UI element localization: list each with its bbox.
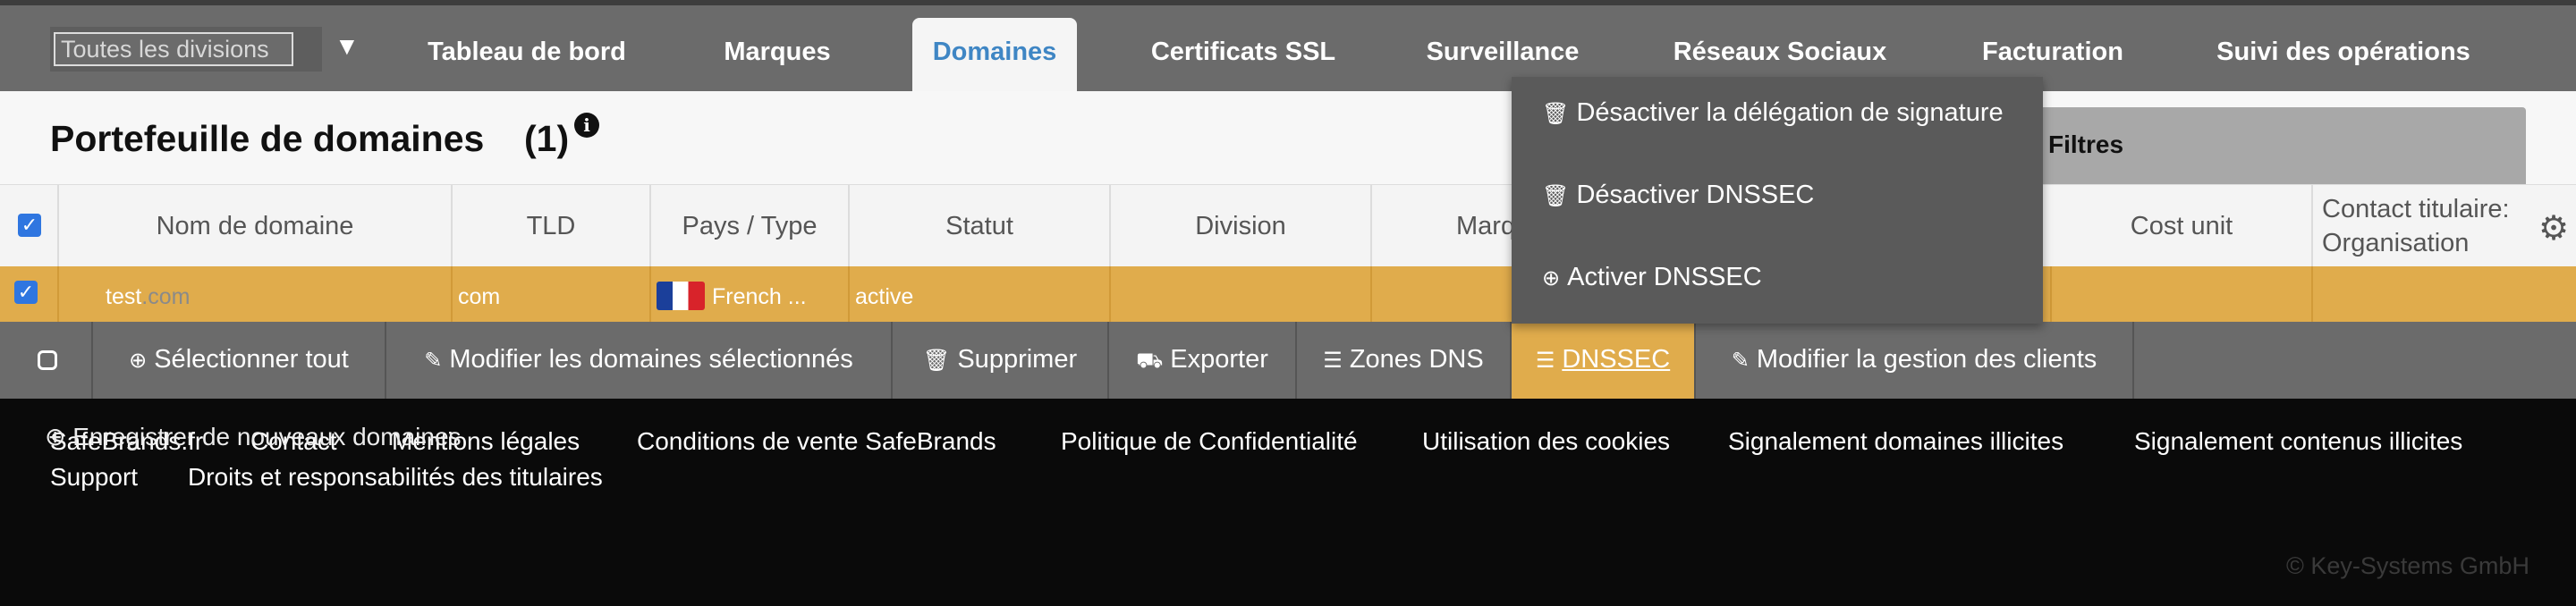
edit-selected-button[interactable]: ✎ Modifier les domaines sélectionnés <box>386 322 893 399</box>
truck-icon: ⛟ <box>1136 349 1164 373</box>
column-header-country[interactable]: Pays / Type <box>651 185 850 267</box>
footer-link-contenus-illicites[interactable]: Signalement contenus illicites <box>2134 427 2462 456</box>
info-icon[interactable]: i <box>574 113 599 138</box>
footer-link-droits-titulaires[interactable]: Droits et responsabilités des titulaires <box>188 463 603 492</box>
cell-cost-unit <box>2052 266 2313 322</box>
trash-icon: 🗑 <box>922 349 951 373</box>
column-header-domain[interactable]: Nom de domaine <box>59 185 453 267</box>
trash-icon: 🗑 <box>1542 184 1570 208</box>
trash-icon: 🗑 <box>1542 102 1570 126</box>
plus-circle-icon: ⊕ <box>1542 266 1561 290</box>
list-icon: ☰ <box>1323 349 1343 373</box>
country-label: French ... <box>712 284 807 309</box>
footer-link-conditions-vente[interactable]: Conditions de vente SafeBrands <box>637 427 996 456</box>
select-all-cell: ✓ <box>0 185 59 267</box>
row-select-cell: ✓ <box>0 266 59 322</box>
column-header-contact-org[interactable]: Contact titulaire: Organisation <box>2313 185 2576 267</box>
cell-tld: com <box>453 266 651 322</box>
export-button[interactable]: ⛟ Exporter <box>1109 322 1297 399</box>
column-header-status[interactable]: Statut <box>850 185 1111 267</box>
tab-domaines[interactable]: Domaines <box>912 18 1077 97</box>
menu-item-disable-signing-delegation[interactable]: 🗑 Désactiver la délégation de signature <box>1542 98 2004 128</box>
domain-count: (1) <box>524 118 570 159</box>
select-all-checkbox[interactable]: ✓ <box>18 214 41 237</box>
delete-button[interactable]: 🗑 Supprimer <box>893 322 1109 399</box>
table-header: ✓ Nom de domaine TLD Pays / Type Statut … <box>0 184 2576 267</box>
top-navigation: Toutes les divisions ▼ Tableau de bord M… <box>0 0 2576 97</box>
column-header-tld[interactable]: TLD <box>453 185 651 267</box>
division-select-value[interactable]: Toutes les divisions <box>54 32 293 66</box>
footer-link-domaines-illicites[interactable]: Signalement domaines illicites <box>1728 427 2063 456</box>
footer-link-support[interactable]: Support <box>50 463 138 492</box>
plus-circle-icon: ⊕ <box>129 349 148 373</box>
copyright: © Key-Systems GmbH <box>2286 552 2529 579</box>
gear-icon[interactable]: ⚙ <box>2538 208 2569 248</box>
list-icon: ☰ <box>1535 349 1555 373</box>
register-new-domains-link[interactable]: ⊕ Enregistrer de nouveaux domaines <box>45 422 462 451</box>
bar-select-cell <box>0 322 93 399</box>
chevron-down-icon[interactable]: ▼ <box>335 32 360 61</box>
menu-item-disable-dnssec[interactable]: 🗑 Désactiver DNSSEC <box>1542 181 1814 210</box>
domain-name-link[interactable]: test <box>106 284 141 309</box>
page-title: Portefeuille de domaines <box>50 118 485 159</box>
dns-zones-button[interactable]: ☰ Zones DNS <box>1297 322 1512 399</box>
table-row[interactable]: ✓ test.com com French ... active <box>0 266 2576 322</box>
footer-link-confidentialite[interactable]: Politique de Confidentialité <box>1061 427 1358 456</box>
cell-domain[interactable]: test.com <box>59 266 453 322</box>
bulk-action-bar: ⊕ Sélectionner tout ✎ Modifier les domaine… <box>0 322 2576 399</box>
pencil-icon: ✎ <box>1731 349 1750 373</box>
select-all-button[interactable]: ⊕ Sélectionner tout <box>93 322 386 399</box>
tab-tableau-de-bord[interactable]: Tableau de bord <box>397 18 657 97</box>
cell-division <box>1111 266 1372 322</box>
dnssec-dropdown-menu: 🗑 Désactiver la délégation de signature 🗑… <box>1512 77 2043 324</box>
plus-circle-icon: ⊕ <box>45 423 66 450</box>
filters-label[interactable]: Filtres <box>2048 130 2123 159</box>
edit-client-management-button[interactable]: ✎ Modifier la gestion des clients <box>1696 322 2134 399</box>
column-header-division[interactable]: Division <box>1111 185 1372 267</box>
menu-item-enable-dnssec[interactable]: ⊕ Activer DNSSEC <box>1542 263 1762 292</box>
dnssec-button[interactable]: ☰ DNSSEC <box>1512 322 1696 399</box>
cell-country: French ... <box>651 266 850 322</box>
footer-link-cookies[interactable]: Utilisation des cookies <box>1422 427 1670 456</box>
cell-status: active <box>850 266 1111 322</box>
domain-tld-suffix: .com <box>141 284 191 309</box>
tab-certificats-ssl[interactable]: Certificats SSL <box>1136 18 1351 97</box>
pencil-icon: ✎ <box>424 349 443 373</box>
tab-marques[interactable]: Marques <box>692 18 862 97</box>
column-header-cost-unit[interactable]: Cost unit <box>2052 185 2313 267</box>
french-flag-icon <box>657 282 705 311</box>
bar-checkbox[interactable] <box>38 350 57 370</box>
tab-suivi-des-operations[interactable]: Suivi des opérations <box>2209 18 2478 97</box>
division-select[interactable]: Toutes les divisions ▼ <box>50 27 360 72</box>
cell-contact-org <box>2313 266 2576 322</box>
row-checkbox[interactable]: ✓ <box>14 281 38 304</box>
